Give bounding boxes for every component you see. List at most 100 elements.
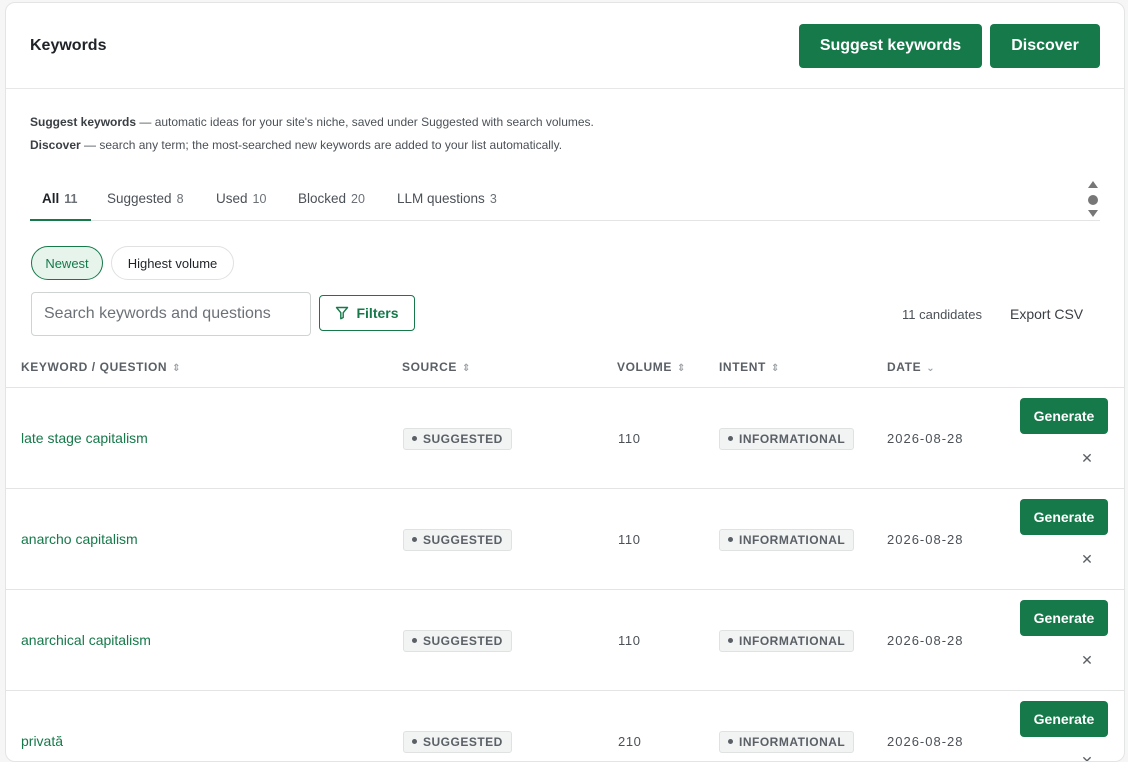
help-suggest: Suggest keywords — automatic ideas for y… <box>30 115 594 129</box>
generate-button[interactable]: Generate <box>1020 600 1108 636</box>
source-badge: SUGGESTED <box>403 731 512 753</box>
date-value: 2026-08-28 <box>887 431 964 446</box>
scroll-down-icon[interactable] <box>1088 210 1098 217</box>
tab-scroll-control[interactable] <box>1086 181 1100 221</box>
candidates-count: 11 candidates <box>902 307 982 322</box>
close-icon[interactable]: ✕ <box>1077 651 1097 671</box>
source-badge: SUGGESTED <box>403 529 512 551</box>
sort-icon: ⇕ <box>461 363 471 374</box>
keywords-panel: Keywords Suggest keywords Discover Sugge… <box>5 2 1125 762</box>
badge-dot-icon <box>728 638 733 643</box>
help-discover: Discover — search any term; the most-sea… <box>30 138 562 152</box>
date-value: 2026-08-28 <box>887 734 964 749</box>
column-label: INTENT <box>719 360 766 374</box>
tab-used[interactable]: Used 10 <box>216 191 266 206</box>
filter-tabs: All 11 Suggested 8 Used 10 Blocked 20 LLM qu… <box>30 179 1100 221</box>
intent-label: INFORMATIONAL <box>739 533 846 547</box>
column-date[interactable]: DATE ⌄ <box>887 360 935 374</box>
tab-count: 10 <box>252 192 267 206</box>
table-header: KEYWORD / QUESTION ⇕ SOURCE ⇕ VOLUME ⇕ INTE… <box>6 348 1124 388</box>
source-badge: SUGGESTED <box>403 630 512 652</box>
scroll-dot-icon <box>1088 195 1098 205</box>
table-row: privată SUGGESTED 210 INFORMATIONAL 2026… <box>6 691 1124 761</box>
keyword-link[interactable]: late stage capitalism <box>21 430 148 446</box>
source-label: SUGGESTED <box>423 735 503 749</box>
tab-count: 3 <box>489 192 497 206</box>
active-tab-indicator <box>30 219 91 221</box>
close-icon[interactable]: ✕ <box>1077 449 1097 469</box>
search-input[interactable] <box>31 292 311 336</box>
sort-desc-icon: ⌄ <box>926 363 936 374</box>
column-keyword[interactable]: KEYWORD / QUESTION ⇕ <box>21 360 181 374</box>
generate-button[interactable]: Generate <box>1020 398 1108 434</box>
sort-newest-pill[interactable]: Newest <box>31 246 103 280</box>
help-suggest-text: — automatic ideas for your site's niche,… <box>136 115 594 129</box>
table-row: anarcho capitalism SUGGESTED 110 INFORMA… <box>6 489 1124 590</box>
discover-button[interactable]: Discover <box>990 24 1100 68</box>
source-badge: SUGGESTED <box>403 428 512 450</box>
keyword-link[interactable]: anarcho capitalism <box>21 531 138 547</box>
volume-value: 210 <box>618 734 642 749</box>
date-value: 2026-08-28 <box>887 633 964 648</box>
sort-icon: ⇕ <box>770 363 780 374</box>
sort-icon: ⇕ <box>676 363 686 374</box>
date-value: 2026-08-28 <box>887 532 964 547</box>
page-title: Keywords <box>30 37 107 54</box>
source-label: SUGGESTED <box>423 533 503 547</box>
tab-all[interactable]: All 11 <box>42 191 77 206</box>
intent-badge: INFORMATIONAL <box>719 428 855 450</box>
panel-header: Keywords Suggest keywords Discover <box>6 3 1124 89</box>
volume-value: 110 <box>618 532 641 547</box>
tab-label: LLM questions <box>397 191 485 206</box>
scroll-up-icon[interactable] <box>1088 181 1098 188</box>
table-row: late stage capitalism SUGGESTED 110 INFO… <box>6 388 1124 489</box>
generate-button[interactable]: Generate <box>1020 499 1108 535</box>
column-label: VOLUME <box>617 360 672 374</box>
help-discover-text: — search any term; the most-searched new… <box>80 138 563 152</box>
badge-dot-icon <box>412 436 417 441</box>
help-suggest-term: Suggest keywords <box>30 115 137 129</box>
column-label: KEYWORD / QUESTION <box>21 360 168 374</box>
tab-label: All <box>42 191 60 206</box>
column-label: DATE <box>887 360 922 374</box>
source-label: SUGGESTED <box>423 634 503 648</box>
tab-count: 8 <box>176 192 184 206</box>
column-label: SOURCE <box>402 360 457 374</box>
column-volume[interactable]: VOLUME ⇕ <box>617 360 686 374</box>
tab-label: Suggested <box>107 191 172 206</box>
volume-value: 110 <box>618 431 641 446</box>
help-discover-term: Discover <box>30 138 81 152</box>
intent-badge: INFORMATIONAL <box>719 630 855 652</box>
tab-blocked[interactable]: Blocked 20 <box>298 191 365 206</box>
intent-badge: INFORMATIONAL <box>719 731 855 753</box>
tab-label: Blocked <box>298 191 347 206</box>
close-icon[interactable]: ✕ <box>1077 752 1097 761</box>
intent-label: INFORMATIONAL <box>739 432 846 446</box>
badge-dot-icon <box>412 537 417 542</box>
table-row: anarchical capitalism SUGGESTED 110 INFO… <box>6 590 1124 691</box>
column-intent[interactable]: INTENT ⇕ <box>719 360 780 374</box>
badge-dot-icon <box>728 537 733 542</box>
intent-badge: INFORMATIONAL <box>719 529 855 551</box>
tab-llm-questions[interactable]: LLM questions 3 <box>397 191 497 206</box>
filters-button[interactable]: Filters <box>319 295 415 331</box>
sort-icon: ⇕ <box>172 363 182 374</box>
badge-dot-icon <box>728 436 733 441</box>
badge-dot-icon <box>412 638 417 643</box>
filters-label: Filters <box>356 305 399 321</box>
generate-button[interactable]: Generate <box>1020 701 1108 737</box>
tab-label: Used <box>216 191 248 206</box>
tab-count: 20 <box>351 192 365 206</box>
source-label: SUGGESTED <box>423 432 503 446</box>
sort-highest-volume-pill[interactable]: Highest volume <box>111 246 234 280</box>
keyword-link[interactable]: anarchical capitalism <box>21 632 151 648</box>
keyword-link[interactable]: privată <box>21 733 63 749</box>
export-csv-link[interactable]: Export CSV <box>1010 306 1083 322</box>
suggest-keywords-button[interactable]: Suggest keywords <box>799 24 982 68</box>
column-source[interactable]: SOURCE ⇕ <box>402 360 471 374</box>
close-icon[interactable]: ✕ <box>1077 550 1097 570</box>
volume-value: 110 <box>618 633 641 648</box>
tab-suggested[interactable]: Suggested 8 <box>107 191 184 206</box>
tab-count: 11 <box>64 192 78 206</box>
intent-label: INFORMATIONAL <box>739 735 846 749</box>
